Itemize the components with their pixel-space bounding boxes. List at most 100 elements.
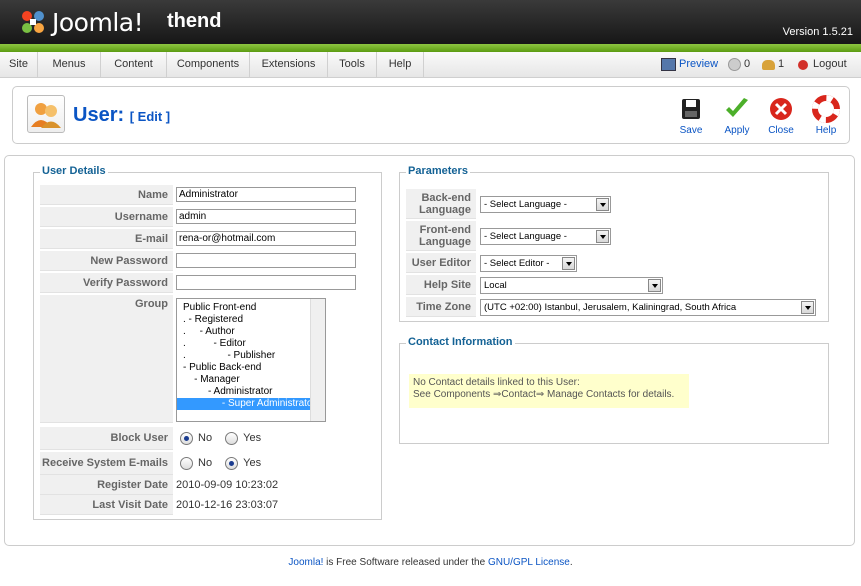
- username-row: Username admin: [40, 207, 375, 227]
- menu-extensions[interactable]: Extensions: [250, 52, 328, 77]
- backend-language-select[interactable]: - Select Language -: [480, 196, 611, 213]
- page-title-main: User:: [73, 104, 125, 126]
- preview-label[interactable]: Preview: [679, 52, 718, 77]
- messages-status[interactable]: 0: [728, 52, 750, 77]
- help-site-select[interactable]: Local: [480, 277, 663, 294]
- group-option[interactable]: . - Author: [177, 326, 325, 338]
- messages-icon: [728, 58, 741, 71]
- users-count: 1: [778, 58, 785, 70]
- menu-help[interactable]: Help: [377, 52, 424, 77]
- group-option[interactable]: - Public Back-end: [177, 362, 325, 374]
- page-title: User: [ Edit ]: [73, 104, 170, 127]
- last-visit-label: Last Visit Date: [40, 495, 173, 515]
- user-details-legend: User Details: [40, 165, 108, 177]
- help-button[interactable]: Help: [804, 95, 848, 136]
- joomla-logo: Joomla!: [18, 6, 144, 38]
- email-input[interactable]: rena-or@hotmail.com: [176, 231, 356, 246]
- contact-notice-line1: No Contact details linked to this User:: [413, 377, 580, 388]
- block-user-row: Block User No Yes: [40, 427, 375, 450]
- group-option[interactable]: - Manager: [177, 374, 325, 386]
- version-label: Version 1.5.21: [782, 26, 853, 38]
- user-editor-select[interactable]: - Select Editor -: [480, 255, 577, 272]
- frontend-language-label: Front-end Language: [406, 221, 476, 251]
- menu-site[interactable]: Site: [0, 52, 38, 77]
- close-button[interactable]: Close: [759, 95, 803, 136]
- group-option[interactable]: . - Registered: [177, 314, 325, 326]
- chevron-down-icon: [596, 230, 609, 243]
- group-option[interactable]: - Administrator: [177, 386, 325, 398]
- users-status[interactable]: 1: [762, 52, 784, 77]
- logout-link[interactable]: Logout: [798, 52, 847, 77]
- name-input[interactable]: Administrator: [176, 187, 356, 202]
- new-password-label: New Password: [40, 251, 173, 271]
- header-bar: Joomla! thend Version 1.5.21: [0, 0, 861, 46]
- preview-link[interactable]: Preview: [661, 52, 718, 77]
- block-user-yes-label: Yes: [243, 432, 262, 444]
- frontend-language-select[interactable]: - Select Language -: [480, 228, 611, 245]
- apply-label: Apply: [724, 125, 750, 136]
- joomla-logo-text: Joomla!: [52, 7, 144, 37]
- footer-joomla-link[interactable]: Joomla!: [288, 557, 323, 568]
- site-name: thend: [167, 10, 222, 32]
- block-user-yes-radio[interactable]: [225, 432, 239, 445]
- menu-components[interactable]: Components: [167, 52, 250, 77]
- new-password-row: New Password: [40, 251, 375, 271]
- username-label: Username: [40, 207, 173, 227]
- group-listbox[interactable]: Public Front-end . - Registered . - Auth…: [176, 298, 326, 422]
- group-row: Group Public Front-end . - Registered . …: [40, 295, 375, 423]
- user-details-fieldset: User Details Name Administrator Username…: [33, 165, 382, 520]
- last-visit-row: Last Visit Date 2010-12-16 23:03:07: [40, 495, 375, 515]
- header-accent-bar: [0, 44, 861, 52]
- help-site-label: Help Site: [406, 275, 476, 295]
- logout-label[interactable]: Logout: [813, 52, 847, 77]
- help-site-row: Help Site Local: [406, 275, 816, 295]
- receive-email-yes-label: Yes: [243, 457, 262, 469]
- name-row: Name Administrator: [40, 185, 375, 205]
- receive-email-no-radio[interactable]: [180, 457, 193, 470]
- menu-tools[interactable]: Tools: [328, 52, 377, 77]
- group-option[interactable]: . - Editor: [177, 338, 325, 350]
- footer-end: .: [569, 557, 573, 568]
- group-option[interactable]: . - Publisher: [177, 350, 325, 362]
- save-icon: [682, 99, 700, 119]
- block-user-no-radio[interactable]: [180, 432, 193, 445]
- save-label: Save: [679, 125, 703, 136]
- parameters-legend: Parameters: [406, 165, 470, 177]
- group-option[interactable]: Public Front-end: [177, 302, 325, 314]
- contact-information-legend: Contact Information: [406, 336, 515, 348]
- users-icon: [762, 59, 775, 70]
- footer-license-link[interactable]: GNU/GPL License: [488, 557, 570, 568]
- toolbar-panel: User: [ Edit ] Save Apply Close Help: [12, 86, 850, 144]
- apply-button[interactable]: Apply: [715, 95, 759, 136]
- menu-menus[interactable]: Menus: [38, 52, 101, 77]
- email-row: E-mail rena-or@hotmail.com: [40, 229, 375, 249]
- group-option-selected[interactable]: - Super Administrator: [177, 398, 325, 410]
- receive-email-row: Receive System E-mails No Yes: [40, 452, 375, 475]
- close-label: Close: [768, 125, 794, 136]
- verify-password-input[interactable]: [176, 275, 356, 290]
- menu-content[interactable]: Content: [101, 52, 167, 77]
- save-button[interactable]: Save: [669, 95, 713, 136]
- time-zone-select[interactable]: (UTC +02:00) Istanbul, Jerusalem, Kalini…: [480, 299, 816, 316]
- contact-notice-line2: See Components ⇒Contact⇒ Manage Contacts…: [413, 389, 675, 400]
- username-input[interactable]: admin: [176, 209, 356, 224]
- verify-password-label: Verify Password: [40, 273, 173, 293]
- group-label: Group: [40, 295, 173, 423]
- chevron-down-icon: [801, 301, 814, 314]
- chevron-down-icon: [648, 279, 661, 292]
- backend-language-row: Back-end Language - Select Language -: [406, 189, 816, 219]
- receive-email-yes-radio[interactable]: [225, 457, 239, 470]
- help-label: Help: [815, 125, 837, 136]
- register-date-label: Register Date: [40, 475, 173, 495]
- block-user-label: Block User: [40, 427, 173, 450]
- name-label: Name: [40, 185, 173, 205]
- group-options: Public Front-end . - Registered . - Auth…: [177, 299, 325, 410]
- lifebuoy-icon: [812, 95, 840, 123]
- group-listbox-scrollbar[interactable]: [310, 299, 325, 421]
- register-date-row: Register Date 2010-09-09 10:23:02: [40, 475, 375, 495]
- user-editor-label: User Editor: [406, 253, 476, 273]
- close-icon: [770, 98, 792, 120]
- new-password-input[interactable]: [176, 253, 356, 268]
- backend-language-label: Back-end Language: [406, 189, 476, 219]
- receive-email-options: No Yes: [180, 452, 271, 475]
